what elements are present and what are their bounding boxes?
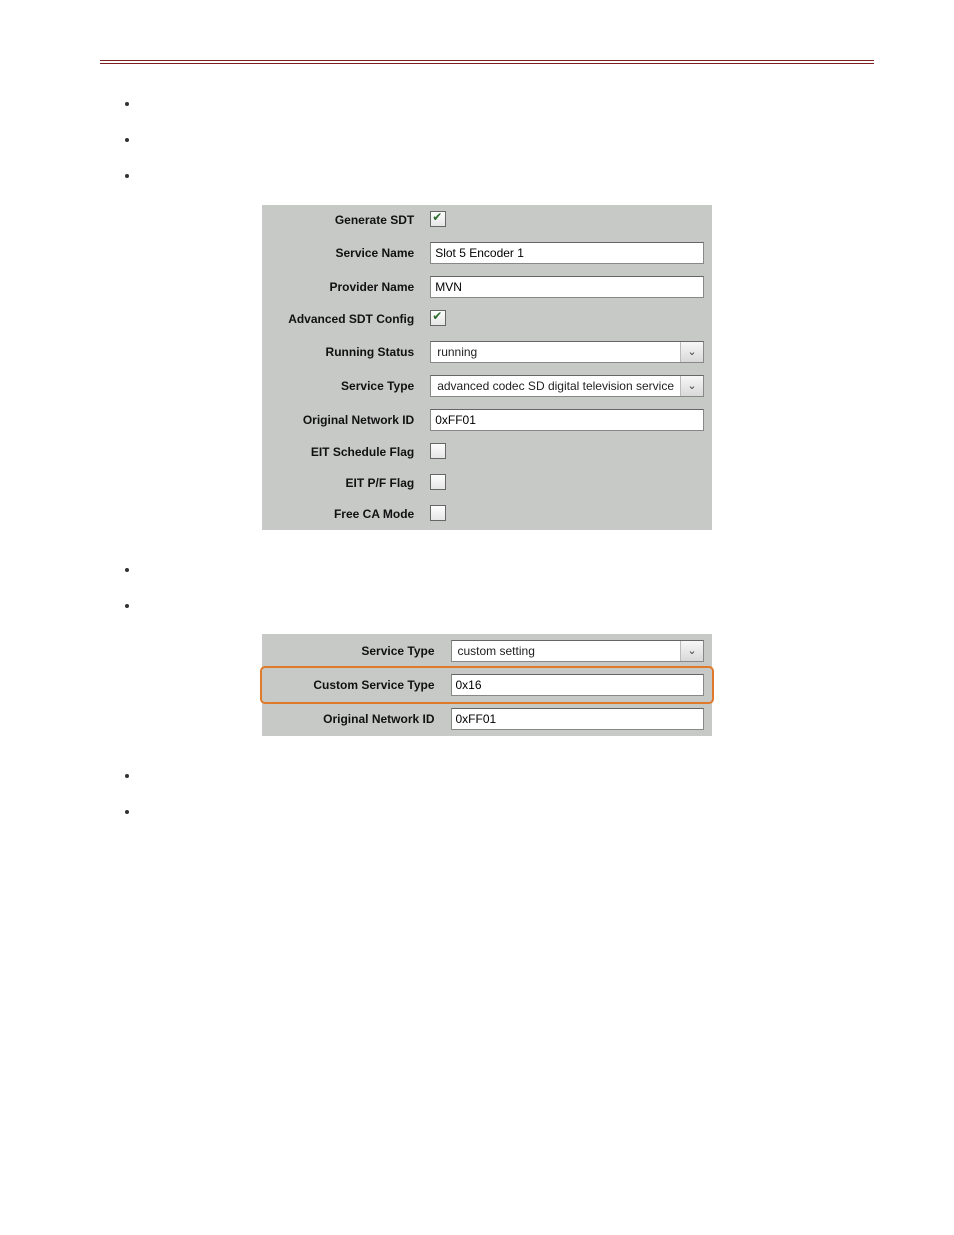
bullet-item [140, 166, 874, 184]
page: Generate SDT Service Name Provider Name … [0, 0, 954, 1235]
service-type-value: advanced codec SD digital television ser… [431, 376, 680, 396]
header-divider [100, 60, 874, 64]
bullet-item [140, 130, 874, 148]
eit-schedule-checkbox[interactable] [430, 443, 446, 459]
service-type-select-2[interactable]: custom setting ⌄ [451, 640, 705, 662]
eit-pf-label: EIT P/F Flag [262, 468, 422, 499]
running-status-label: Running Status [262, 335, 422, 369]
chevron-down-icon: ⌄ [680, 376, 703, 396]
chevron-down-icon: ⌄ [680, 641, 703, 661]
custom-service-panel: Service Type custom setting ⌄ Custom Ser… [262, 634, 712, 736]
provider-name-label: Provider Name [262, 270, 422, 304]
orig-network-id-input[interactable] [430, 409, 704, 431]
service-type-value-2: custom setting [452, 641, 681, 661]
bullet-item [140, 560, 874, 578]
service-type-label-2: Service Type [262, 634, 443, 668]
service-name-label: Service Name [262, 236, 422, 270]
bullet-item [140, 94, 874, 112]
orig-network-id-label-2: Original Network ID [262, 702, 443, 736]
bullet-list-2 [140, 560, 874, 614]
service-name-input[interactable] [430, 242, 704, 264]
free-ca-checkbox[interactable] [430, 505, 446, 521]
bullet-list-3 [140, 766, 874, 820]
generate-sdt-checkbox[interactable] [430, 211, 446, 227]
eit-schedule-label: EIT Schedule Flag [262, 437, 422, 468]
advanced-sdt-label: Advanced SDT Config [262, 304, 422, 335]
service-type-select[interactable]: advanced codec SD digital television ser… [430, 375, 704, 397]
bullet-item [140, 766, 874, 784]
provider-name-input[interactable] [430, 276, 704, 298]
advanced-sdt-checkbox[interactable] [430, 310, 446, 326]
orig-network-id-label: Original Network ID [262, 403, 422, 437]
running-status-value: running [431, 342, 680, 362]
running-status-select[interactable]: running ⌄ [430, 341, 704, 363]
custom-service-type-label: Custom Service Type [262, 668, 443, 702]
eit-pf-checkbox[interactable] [430, 474, 446, 490]
free-ca-label: Free CA Mode [262, 499, 422, 530]
custom-service-type-input[interactable] [451, 674, 705, 696]
chevron-down-icon: ⌄ [680, 342, 703, 362]
sdt-config-panel: Generate SDT Service Name Provider Name … [262, 205, 712, 530]
orig-network-id-input-2[interactable] [451, 708, 705, 730]
bullet-item [140, 802, 874, 820]
bullet-list-1 [140, 94, 874, 185]
service-type-label: Service Type [262, 369, 422, 403]
generate-sdt-label: Generate SDT [262, 205, 422, 236]
bullet-item [140, 596, 874, 614]
